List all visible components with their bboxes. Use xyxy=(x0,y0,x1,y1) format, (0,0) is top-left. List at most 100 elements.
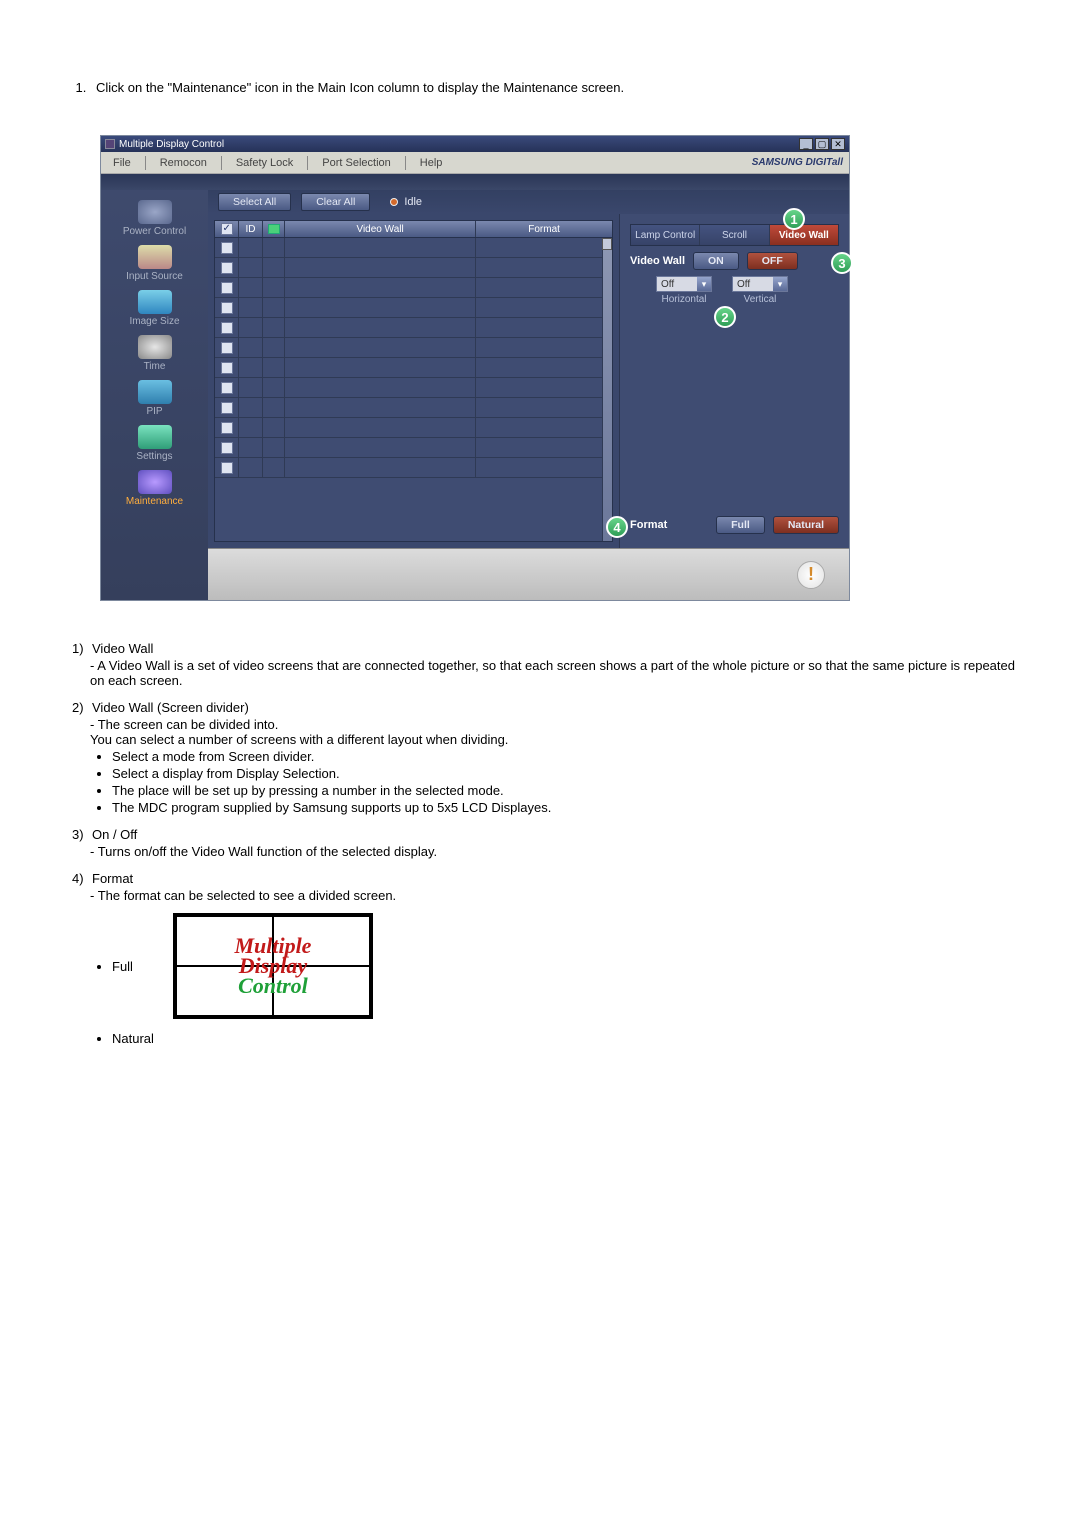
main-pane: Select All Clear All Idle ID Video Wall … xyxy=(208,190,849,600)
chevron-down-icon[interactable]: ▾ xyxy=(697,277,711,291)
horizontal-value: Off xyxy=(657,279,697,290)
gear-icon xyxy=(138,425,172,449)
format-full-row: Full Multiple Display Control xyxy=(112,913,1020,1019)
sidebar-item-input-source[interactable]: Input Source xyxy=(101,241,208,286)
select-all-button[interactable]: Select All xyxy=(218,193,291,211)
app-window: Multiple Display Control _ ▢ ✕ File Remo… xyxy=(100,135,850,601)
checkbox-icon[interactable] xyxy=(221,462,233,474)
minimize-button[interactable]: _ xyxy=(799,138,813,150)
checkbox-icon xyxy=(221,223,233,235)
bullet-item: Select a display from Display Selection. xyxy=(112,766,1020,781)
sidebar-item-label: Power Control xyxy=(101,226,208,237)
checkbox-icon[interactable] xyxy=(221,342,233,354)
off-button[interactable]: OFF xyxy=(747,252,798,270)
bullet-list: Natural xyxy=(112,1029,154,1048)
bullet-item: Natural xyxy=(112,1031,154,1046)
vertical-select-wrap: Off ▾ Vertical xyxy=(732,276,788,305)
bullet-item: The MDC program supplied by Samsung supp… xyxy=(112,800,1020,815)
bullet-item: Full xyxy=(112,959,133,974)
vertical-label: Vertical xyxy=(744,294,777,305)
menu-port-selection[interactable]: Port Selection xyxy=(322,157,390,169)
checkbox-icon[interactable] xyxy=(221,422,233,434)
brand-label: SAMSUNG DIGITall xyxy=(752,157,843,168)
header-checkbox-col[interactable] xyxy=(215,221,239,237)
main-split: ID Video Wall Format xyxy=(208,214,849,548)
checkbox-icon[interactable] xyxy=(221,322,233,334)
checkbox-icon[interactable] xyxy=(221,382,233,394)
horizontal-label: Horizontal xyxy=(661,294,706,305)
bullet-item: The place will be set up by pressing a n… xyxy=(112,783,1020,798)
horizontal-select[interactable]: Off ▾ xyxy=(656,276,712,292)
vertical-value: Off xyxy=(733,279,773,290)
pip-icon xyxy=(138,380,172,404)
checkbox-icon[interactable] xyxy=(221,242,233,254)
clear-all-button[interactable]: Clear All xyxy=(301,193,370,211)
table-row[interactable] xyxy=(215,438,612,458)
on-button[interactable]: ON xyxy=(693,252,739,270)
sidebar-item-settings[interactable]: Settings xyxy=(101,421,208,466)
format-natural-row: Natural xyxy=(112,1029,1020,1048)
sidebar-item-pip[interactable]: PIP xyxy=(101,376,208,421)
table-row[interactable] xyxy=(215,378,612,398)
scroll-thumb[interactable] xyxy=(602,238,612,250)
table-row[interactable] xyxy=(215,278,612,298)
menu-safety-lock[interactable]: Safety Lock xyxy=(236,157,293,169)
intro-step-1: Click on the "Maintenance" icon in the M… xyxy=(90,80,1020,95)
menu-help[interactable]: Help xyxy=(420,157,443,169)
tab-lamp-control[interactable]: Lamp Control xyxy=(631,225,700,245)
maximize-button[interactable]: ▢ xyxy=(815,138,829,150)
app-title: Multiple Display Control xyxy=(119,139,797,150)
vertical-select[interactable]: Off ▾ xyxy=(732,276,788,292)
checkbox-icon[interactable] xyxy=(221,362,233,374)
checkbox-icon[interactable] xyxy=(221,302,233,314)
sidebar-item-label: Time xyxy=(101,361,208,372)
titlebar: Multiple Display Control _ ▢ ✕ xyxy=(101,136,849,152)
table-row[interactable] xyxy=(215,298,612,318)
explain-item-1: 1)Video Wall A Video Wall is a set of vi… xyxy=(72,641,1020,688)
video-wall-label: Video Wall xyxy=(630,255,685,267)
table-row[interactable] xyxy=(215,418,612,438)
table-row[interactable] xyxy=(215,358,612,378)
sidebar-item-image-size[interactable]: Image Size xyxy=(101,286,208,331)
explain-item-2: 2)Video Wall (Screen divider) The screen… xyxy=(72,700,1020,815)
table-row[interactable] xyxy=(215,338,612,358)
full-button[interactable]: Full xyxy=(716,516,765,534)
scrollbar[interactable] xyxy=(602,238,612,541)
grid-header: ID Video Wall Format xyxy=(214,220,613,238)
table-row[interactable] xyxy=(215,458,612,478)
table-row[interactable] xyxy=(215,258,612,278)
sidebar-item-label: Input Source xyxy=(101,271,208,282)
dash-item: The screen can be divided into. You can … xyxy=(90,717,1020,747)
menu-sep xyxy=(221,156,222,170)
dash-list: The format can be selected to see a divi… xyxy=(90,888,1020,903)
sidebar-item-power[interactable]: Power Control xyxy=(101,196,208,241)
toolbar: Select All Clear All Idle xyxy=(208,190,849,214)
menu-sep xyxy=(145,156,146,170)
header-video-wall: Video Wall xyxy=(285,221,476,237)
checkbox-icon[interactable] xyxy=(221,262,233,274)
checkbox-icon[interactable] xyxy=(221,282,233,294)
menu-file[interactable]: File xyxy=(113,157,131,169)
sidebar-item-label: Settings xyxy=(101,451,208,462)
chevron-down-icon[interactable]: ▾ xyxy=(773,277,787,291)
dash-item: Turns on/off the Video Wall function of … xyxy=(90,844,1020,859)
status-flag-icon xyxy=(268,224,280,234)
checkbox-icon[interactable] xyxy=(221,402,233,414)
dash-list: Turns on/off the Video Wall function of … xyxy=(90,844,1020,859)
menu-remocon[interactable]: Remocon xyxy=(160,157,207,169)
natural-button[interactable]: Natural xyxy=(773,516,839,534)
table-row[interactable] xyxy=(215,318,612,338)
table-row[interactable] xyxy=(215,238,612,258)
video-wall-group: Video Wall ON OFF xyxy=(630,252,839,270)
sidebar-item-time[interactable]: Time xyxy=(101,331,208,376)
sidebar-item-maintenance[interactable]: Maintenance xyxy=(101,466,208,511)
table-row[interactable] xyxy=(215,398,612,418)
tab-scroll[interactable]: Scroll xyxy=(700,225,769,245)
display-grid: ID Video Wall Format xyxy=(208,214,619,548)
header-id: ID xyxy=(239,221,263,237)
checkbox-icon[interactable] xyxy=(221,442,233,454)
tab-video-wall[interactable]: Video Wall xyxy=(770,225,838,245)
dash-list: A Video Wall is a set of video screens t… xyxy=(90,658,1020,688)
close-button[interactable]: ✕ xyxy=(831,138,845,150)
control-panel: Lamp Control Scroll Video Wall 1 Video W… xyxy=(619,214,849,548)
